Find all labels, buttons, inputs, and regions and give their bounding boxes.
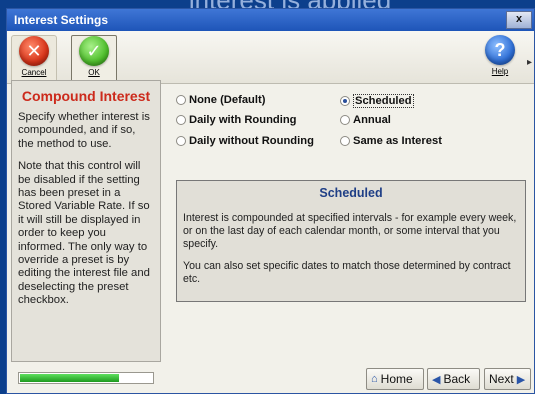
right-arrow-icon: ▶ [516,373,526,386]
window-title: Interest Settings [14,13,109,27]
help-side-panel: Compound Interest Specify whether intere… [11,80,161,362]
help-button[interactable]: ? Help [480,35,520,81]
description-title: Scheduled [319,186,383,200]
left-arrow-icon: ◀ [432,373,441,386]
description-text: Interest is compounded at specified inte… [177,212,525,286]
radio-icon[interactable] [340,115,350,125]
cancel-x-icon: ✕ [19,36,49,66]
option-annual[interactable]: Annual [340,114,391,126]
option-same-as-interest[interactable]: Same as Interest [340,135,442,147]
ok-label: OK [88,68,100,77]
option-label: Scheduled [353,94,414,108]
home-label: Home [380,372,413,386]
radio-icon[interactable] [176,95,186,105]
description-paragraph: Interest is compounded at specified inte… [183,212,517,250]
back-button[interactable]: ◀ Back [427,368,480,390]
compounding-options: None (Default) Scheduled Daily with Roun… [176,92,516,162]
side-panel-title: Compound Interest [21,88,151,104]
option-description-box: Scheduled Interest is compounded at spec… [176,180,526,302]
option-none-default[interactable]: None (Default) [176,94,265,106]
radio-icon[interactable] [340,136,350,146]
option-daily-without-rounding[interactable]: Daily without Rounding [176,135,314,147]
description-paragraph: You can also set specific dates to match… [183,260,511,285]
progress-fill [20,374,119,382]
radio-icon[interactable] [176,136,186,146]
option-label: Annual [353,114,391,126]
option-label: None (Default) [189,94,266,106]
home-icon: ⌂ [371,373,378,385]
title-bar: Interest Settings x [7,9,534,31]
back-label: Back [443,372,471,386]
radio-icon[interactable] [176,115,186,125]
close-icon[interactable]: x [506,11,532,29]
radio-selected-icon[interactable] [340,96,350,106]
option-label: Daily without Rounding [189,135,314,147]
checkmark-icon: ✓ [79,36,109,66]
ok-button[interactable]: ✓ OK [71,35,117,83]
side-paragraph: Note that this control will be disabled … [18,160,150,307]
home-button[interactable]: ⌂ Home [366,368,424,390]
option-daily-with-rounding[interactable]: Daily with Rounding [176,114,297,126]
cancel-label: Cancel [21,68,47,77]
overflow-arrow-icon[interactable]: ▸ [527,57,532,68]
option-label: Same as Interest [353,135,442,147]
option-label: Daily with Rounding [189,114,297,126]
toolbar: ✕ Cancel ✓ OK ? Help ▸ [7,31,534,84]
question-mark-icon: ? [485,35,515,65]
option-scheduled[interactable]: Scheduled [340,94,414,108]
progress-bar [18,372,154,384]
help-label: Help [491,67,509,76]
side-paragraph: Specify whether interest is compounded, … [18,111,150,150]
next-button[interactable]: Next ▶ [484,368,531,390]
side-panel-text: Specify whether interest is compounded, … [12,111,160,308]
next-label: Next [489,372,514,386]
cancel-button[interactable]: ✕ Cancel [11,35,57,83]
